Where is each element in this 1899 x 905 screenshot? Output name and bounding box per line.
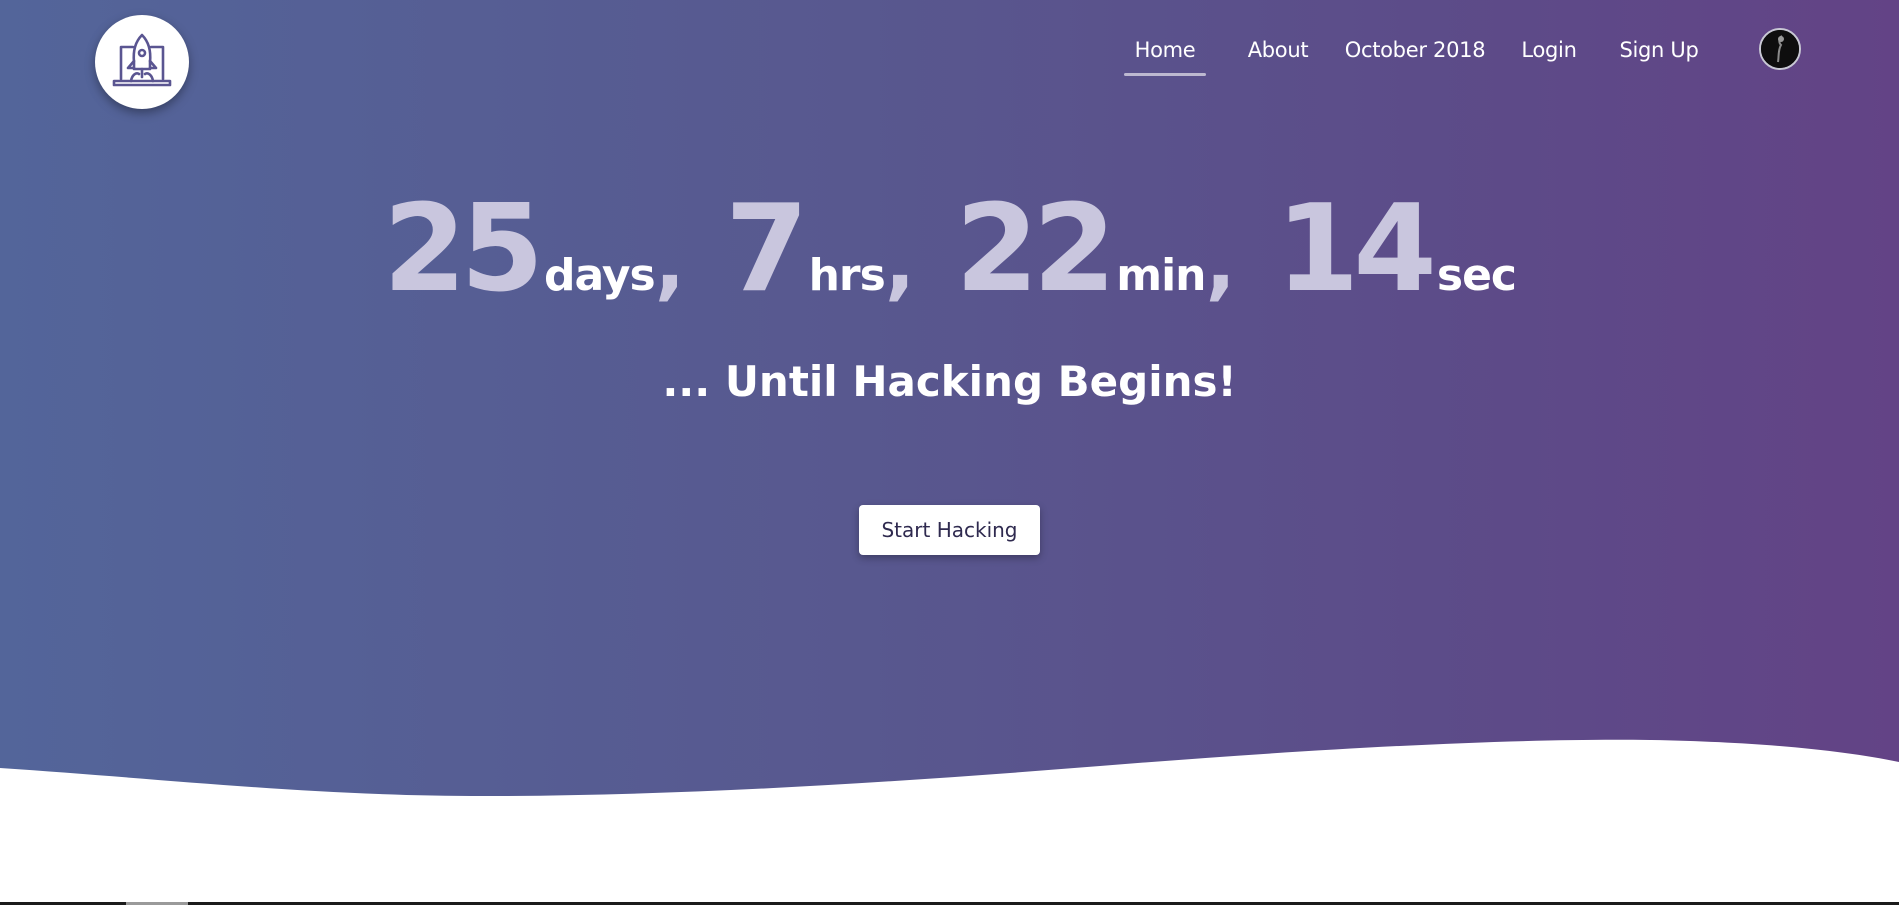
nav-home[interactable]: Home [1124,30,1206,76]
user-avatar[interactable] [1759,28,1801,70]
countdown-seconds-value: 14 [1275,180,1437,319]
countdown-days-unit: days [544,250,656,301]
countdown-days-value: 25 [383,180,544,319]
rocket-laptop-icon [112,33,172,87]
countdown-hours-value: 7 [725,180,808,319]
countdown-separator: , [1205,216,1236,309]
countdown-seconds-unit: sec [1436,250,1517,301]
start-hacking-button[interactable]: Start Hacking [859,505,1040,555]
nav-login[interactable]: Login [1514,30,1584,76]
nav-about[interactable]: About [1240,30,1316,76]
tagline: ... Until Hacking Begins! [662,357,1237,406]
nav-sign-up[interactable]: Sign Up [1610,30,1708,76]
wave-divider [0,739,1899,905]
countdown-hours-unit: hrs [808,250,886,301]
avatar-image-icon [1761,30,1799,68]
countdown-minutes-value: 22 [955,180,1116,319]
page: Home About October 2018 Login Sign Up 25… [0,0,1899,905]
logo-button[interactable] [95,15,189,109]
countdown-separator: , [884,216,916,309]
countdown-separator: , [654,216,686,309]
countdown-timer: 25 days, 7 hrs, 22 min, 14 sec [0,190,1899,310]
nav-october-2018[interactable]: October 2018 [1341,30,1489,76]
countdown-minutes-unit: min [1116,250,1206,301]
